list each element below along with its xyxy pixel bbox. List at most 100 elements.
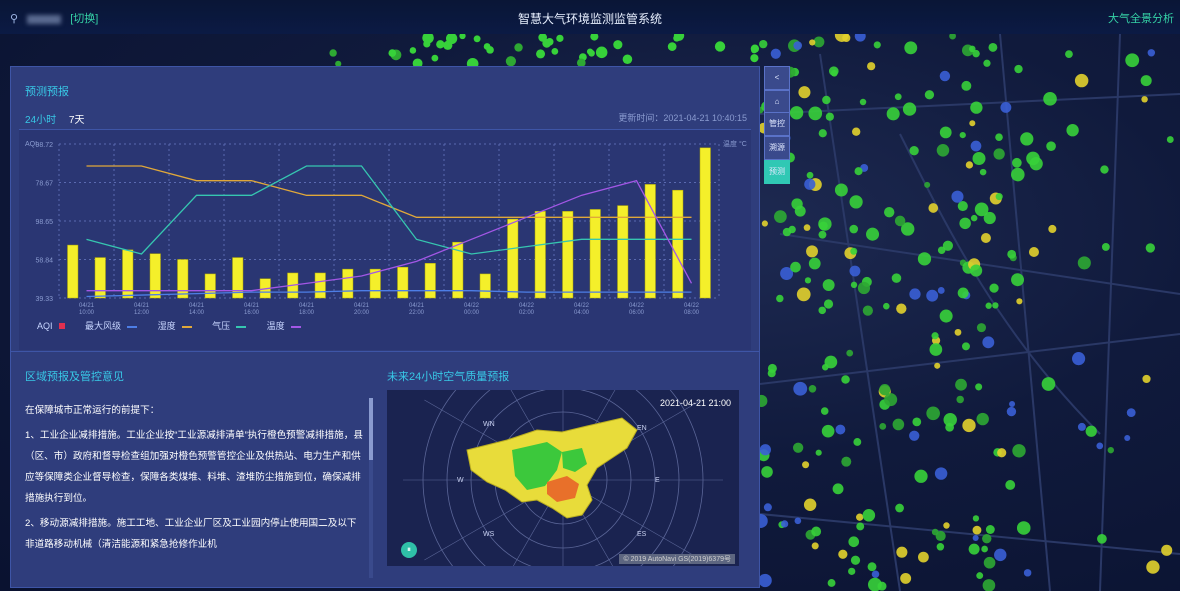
monitoring-station-marker xyxy=(951,190,964,203)
monitoring-station-marker xyxy=(1161,544,1173,556)
monitoring-station-marker xyxy=(926,289,939,302)
monitoring-station-marker xyxy=(970,264,983,277)
monitoring-station-marker xyxy=(774,210,787,223)
monitoring-station-marker xyxy=(961,342,970,351)
x-tick-label: 04/21 xyxy=(79,303,95,309)
map-info-button[interactable]: ⏸ xyxy=(401,542,417,558)
monitoring-station-marker xyxy=(856,513,864,521)
monitoring-station-marker xyxy=(588,49,595,57)
monitoring-station-marker xyxy=(1005,480,1016,490)
monitoring-station-marker xyxy=(1011,273,1025,287)
x-tick-label: 04/22 xyxy=(519,303,535,309)
monitoring-station-marker xyxy=(1048,224,1057,234)
monitoring-station-marker xyxy=(838,549,848,559)
x-tick-label: 04/21 xyxy=(134,303,150,309)
monitoring-station-marker xyxy=(976,572,984,580)
home-button[interactable]: ⌂ xyxy=(764,90,790,114)
trace-mode-button[interactable]: 溯源 xyxy=(764,136,790,160)
monitoring-station-marker xyxy=(1065,50,1073,59)
monitoring-station-marker xyxy=(848,567,856,575)
monitoring-station-marker xyxy=(329,49,337,57)
x-tick-label: 08:00 xyxy=(684,310,700,315)
control-mode-button[interactable]: 管控 xyxy=(764,112,790,136)
monitoring-station-marker xyxy=(431,54,439,62)
legend-temperature-swatch xyxy=(290,325,301,328)
monitoring-station-marker xyxy=(1100,165,1109,174)
monitoring-station-marker xyxy=(926,406,940,421)
compass-label: ES xyxy=(637,531,647,538)
panorama-analysis-link[interactable]: 大气全景分析 xyxy=(1108,10,1174,26)
monitoring-station-marker xyxy=(995,133,1003,141)
monitoring-station-marker xyxy=(761,466,773,478)
x-tick-label: 04/21 xyxy=(409,303,425,309)
monitoring-station-marker xyxy=(473,35,481,43)
monitoring-station-marker xyxy=(750,54,759,63)
advice-scrollbar[interactable] xyxy=(369,398,373,578)
monitoring-station-marker xyxy=(835,424,846,435)
monitoring-station-marker xyxy=(983,556,996,569)
monitoring-station-marker xyxy=(896,303,907,314)
aqi-bar xyxy=(397,266,409,299)
legend-pressure-swatch xyxy=(236,325,247,328)
monitoring-station-marker xyxy=(862,508,876,522)
monitoring-station-marker xyxy=(931,332,939,340)
control-advice-text: 在保障城市正常运行的前提下： 1、工业企业减排措施。工业企业按“工业源减排清单”… xyxy=(25,400,365,559)
map-road xyxy=(759,333,1180,385)
monitoring-station-marker xyxy=(759,39,768,49)
monitoring-station-marker xyxy=(961,80,972,91)
monitoring-station-marker xyxy=(841,375,850,384)
aq-forecast-map[interactable]: WN EN W E WS ES 2021-04-21 21:00 ⏸ © 2019 Aut… xyxy=(387,390,739,566)
monitoring-station-marker xyxy=(968,543,980,555)
monitoring-station-marker xyxy=(981,545,988,553)
top-bar: ⚲ [切换] 智慧大气环境监测监管系统 大气全景分析 xyxy=(0,0,1180,35)
x-tick-label: 18:00 xyxy=(299,310,315,315)
monitoring-station-marker xyxy=(841,456,852,467)
monitoring-station-marker xyxy=(856,522,865,531)
monitoring-station-marker xyxy=(667,42,677,51)
monitoring-station-marker xyxy=(1074,73,1089,88)
monitoring-station-marker xyxy=(1020,132,1034,146)
aqi-bar xyxy=(589,209,601,299)
aqi-bar xyxy=(314,272,326,299)
legend-humidity[interactable]: 湿度 xyxy=(158,321,192,331)
monitoring-station-marker xyxy=(1147,49,1156,57)
monitoring-station-marker xyxy=(796,287,811,302)
monitoring-station-marker xyxy=(934,467,948,480)
monitoring-station-marker xyxy=(988,42,998,52)
monitoring-station-marker xyxy=(850,555,861,565)
monitoring-station-marker xyxy=(883,302,890,310)
chart-legend: AQI 最大风级 湿度 气压 温度 xyxy=(37,319,319,332)
monitoring-station-marker xyxy=(982,533,992,544)
panel-title: 预测预报 xyxy=(25,86,69,98)
monitoring-station-marker xyxy=(970,214,978,222)
advice-item-2: 2、移动源减排措施。施工工地、工业企业厂区及工业园内停止使用国二及以下非道路移动… xyxy=(25,518,357,550)
monitoring-station-marker xyxy=(945,422,954,432)
aqi-bar xyxy=(94,257,106,299)
legend-temperature[interactable]: 温度 xyxy=(267,321,301,331)
legend-aqi[interactable]: AQI xyxy=(37,321,65,331)
monitoring-station-marker xyxy=(857,281,871,295)
tab-7d[interactable]: 7天 xyxy=(69,115,85,126)
monitoring-station-marker xyxy=(900,572,912,584)
monitoring-station-marker xyxy=(850,247,858,255)
monitoring-station-marker xyxy=(959,217,971,230)
legend-pressure[interactable]: 气压 xyxy=(212,321,247,331)
monitoring-station-marker xyxy=(714,41,726,52)
tab-24h[interactable]: 24小时 xyxy=(25,115,56,126)
legend-wind[interactable]: 最大风级 xyxy=(85,321,138,331)
x-tick-label: 12:00 xyxy=(134,310,150,315)
monitoring-station-marker xyxy=(955,378,967,391)
collapse-panel-button[interactable]: < xyxy=(764,66,790,90)
monitoring-station-marker xyxy=(1023,569,1032,577)
monitoring-station-marker xyxy=(388,49,397,57)
forecast-mode-button[interactable]: 预测 xyxy=(764,160,790,184)
monitoring-station-marker xyxy=(943,522,950,529)
monitoring-station-marker xyxy=(761,220,768,227)
monitoring-station-marker xyxy=(972,515,980,522)
x-tick-label: 04/21 xyxy=(354,303,370,309)
monitoring-station-marker xyxy=(1124,435,1131,442)
monitoring-station-marker xyxy=(751,47,758,54)
scrollbar-thumb[interactable] xyxy=(369,398,373,460)
monitoring-station-marker xyxy=(1072,352,1086,366)
map-road xyxy=(999,34,1051,591)
